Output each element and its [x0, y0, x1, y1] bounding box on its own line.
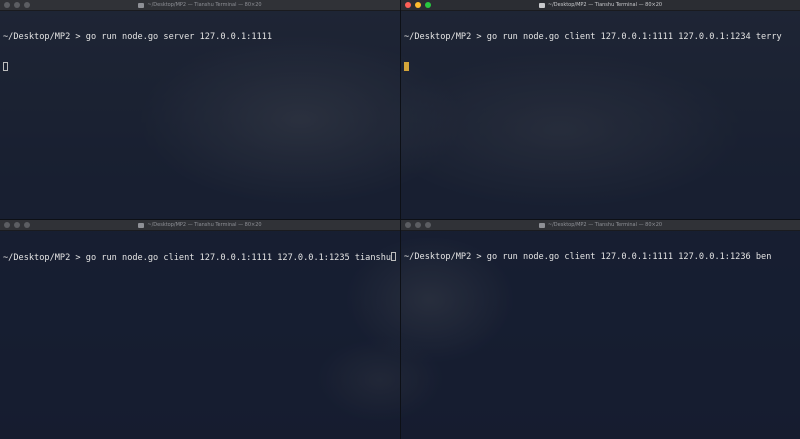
- folder-icon: [538, 2, 545, 8]
- command-text: go run node.go client 127.0.0.1:1111 127…: [85, 253, 392, 263]
- zoom-button[interactable]: [425, 2, 431, 8]
- zoom-button[interactable]: [24, 2, 30, 8]
- window-title-text: ~/Desktop/MP2 — Tianshu Terminal — 80×20: [147, 222, 262, 228]
- titlebar[interactable]: ~/Desktop/MP2 — Tianshu Terminal — 80×20: [401, 0, 800, 11]
- command-line: ~/Desktop/MP2 > go run node.go server 12…: [3, 32, 398, 42]
- titlebar[interactable]: ~/Desktop/MP2 — Tianshu Terminal — 80×20: [0, 0, 400, 11]
- close-button[interactable]: [4, 2, 10, 8]
- window-title-text: ~/Desktop/MP2 — Tianshu Terminal — 80×20: [547, 222, 663, 228]
- minimize-button[interactable]: [14, 222, 20, 228]
- zoom-button[interactable]: [24, 222, 30, 228]
- command-line: ~/Desktop/MP2 > go run node.go client 12…: [3, 252, 398, 263]
- command-text: go run node.go server 127.0.0.1:1111: [85, 32, 273, 42]
- cursor: [404, 62, 409, 71]
- prompt: ~/Desktop/MP2 >: [3, 32, 86, 42]
- prompt: ~/Desktop/MP2 >: [404, 252, 487, 262]
- close-button[interactable]: [405, 222, 411, 228]
- window-title: ~/Desktop/MP2 — Tianshu Terminal — 80×20: [138, 222, 262, 228]
- folder-icon: [538, 222, 545, 228]
- terminal-content[interactable]: ~/Desktop/MP2 > go run node.go client 12…: [404, 12, 798, 219]
- minimize-button[interactable]: [14, 2, 20, 8]
- command-text-part1: go run node.go client 127.0.0.1:1111: [486, 252, 679, 262]
- terminal-content[interactable]: ~/Desktop/MP2 > go run node.go server 12…: [3, 12, 398, 219]
- window-controls: [405, 222, 431, 228]
- terminal-content[interactable]: ~/Desktop/MP2 > go run node.go client 12…: [3, 232, 398, 439]
- terminal-window-top-left[interactable]: ~/Desktop/MP2 — Tianshu Terminal — 80×20…: [0, 0, 400, 219]
- folder-icon: [138, 2, 145, 8]
- terminal-window-bottom-left[interactable]: ~/Desktop/MP2 — Tianshu Terminal — 80×20…: [0, 220, 400, 439]
- terminal-content[interactable]: ~/Desktop/MP2 > go run node.go client 12…: [404, 232, 798, 439]
- minimize-button[interactable]: [415, 222, 421, 228]
- close-button[interactable]: [4, 222, 10, 228]
- window-title: ~/Desktop/MP2 — Tianshu Terminal — 80×20: [138, 2, 262, 8]
- window-title: ~/Desktop/MP2 — Tianshu Terminal — 80×20: [538, 2, 663, 8]
- command-line: ~/Desktop/MP2 > go run node.go client 12…: [404, 32, 798, 42]
- cursor: [391, 252, 397, 261]
- prompt: ~/Desktop/MP2 >: [404, 32, 487, 42]
- prompt: ~/Desktop/MP2 >: [3, 253, 86, 263]
- cursor-line: [404, 62, 798, 73]
- command-text-part2: 127.0.0.1:1236 ben: [678, 252, 772, 262]
- zoom-button[interactable]: [425, 222, 431, 228]
- minimize-button[interactable]: [415, 2, 421, 8]
- folder-icon: [138, 222, 145, 228]
- window-title: ~/Desktop/MP2 — Tianshu Terminal — 80×20: [538, 222, 663, 228]
- titlebar[interactable]: ~/Desktop/MP2 — Tianshu Terminal — 80×20: [401, 220, 800, 231]
- window-controls: [405, 2, 431, 8]
- terminal-window-top-right[interactable]: ~/Desktop/MP2 — Tianshu Terminal — 80×20…: [401, 0, 800, 219]
- window-title-text: ~/Desktop/MP2 — Tianshu Terminal — 80×20: [147, 2, 262, 8]
- cursor: [3, 62, 8, 71]
- titlebar[interactable]: ~/Desktop/MP2 — Tianshu Terminal — 80×20: [0, 220, 400, 231]
- command-text: go run node.go client 127.0.0.1:1111 127…: [486, 32, 782, 42]
- window-divider-horizontal: [0, 219, 800, 220]
- close-button[interactable]: [405, 2, 411, 8]
- window-title-text: ~/Desktop/MP2 — Tianshu Terminal — 80×20: [547, 2, 663, 8]
- command-line: ~/Desktop/MP2 > go run node.go client 12…: [404, 252, 798, 262]
- window-controls: [4, 2, 30, 8]
- cursor-line: [3, 62, 398, 73]
- terminal-window-bottom-right[interactable]: ~/Desktop/MP2 — Tianshu Terminal — 80×20…: [401, 220, 800, 439]
- window-controls: [4, 222, 30, 228]
